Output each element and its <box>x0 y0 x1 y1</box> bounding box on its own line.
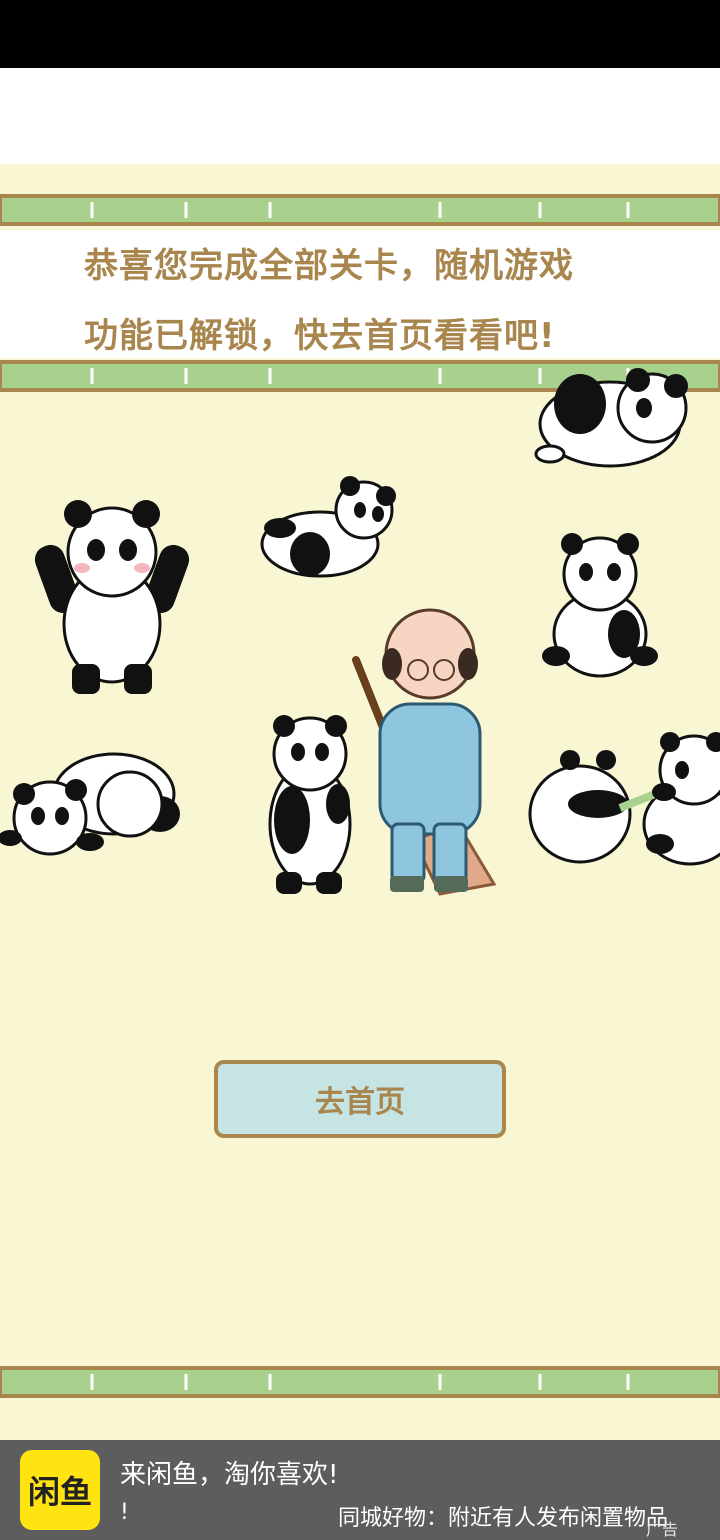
top-spacer <box>0 68 720 164</box>
panda-icon <box>528 750 632 864</box>
ad-marker: 广告 <box>646 1520 679 1539</box>
ad-subtitle[interactable]: 同城好物：附近有人发布闲置物品 <box>338 1500 668 1532</box>
pandas-illustration <box>0 368 720 896</box>
bamboo-top-icon <box>0 194 720 226</box>
ad-exclaim: ! <box>120 1500 129 1525</box>
ad-title[interactable]: 来闲鱼，淘你喜欢! <box>120 1454 338 1491</box>
panda-icon <box>542 533 658 678</box>
completion-banner: 恭喜您完成全部关卡，随机游戏 功能已解锁，快去首页看看吧! <box>0 230 720 358</box>
panda-icon <box>34 500 190 694</box>
ad-banner[interactable]: 闲鱼 来闲鱼，淘你喜欢! ! 同城好物：附近有人发布闲置物品 广告 <box>0 1440 720 1540</box>
panda-icon <box>534 368 688 468</box>
go-home-button[interactable]: 去首页 <box>214 1060 506 1138</box>
xianyu-logo-icon[interactable]: 闲鱼 <box>20 1450 100 1530</box>
panda-icon <box>268 715 352 894</box>
panda-icon <box>618 732 720 866</box>
message-line-2: 功能已解锁，快去首页看看吧! <box>84 316 556 356</box>
panda-icon <box>0 752 180 856</box>
janitor-icon <box>352 608 497 896</box>
panda-icon <box>260 476 396 578</box>
bamboo-bottom-icon <box>0 1366 720 1398</box>
message-line-1: 恭喜您完成全部关卡，随机游戏 <box>84 246 574 286</box>
status-bar <box>0 0 720 68</box>
game-area: 恭喜您完成全部关卡，随机游戏 功能已解锁，快去首页看看吧! 去首页 <box>0 164 720 1440</box>
